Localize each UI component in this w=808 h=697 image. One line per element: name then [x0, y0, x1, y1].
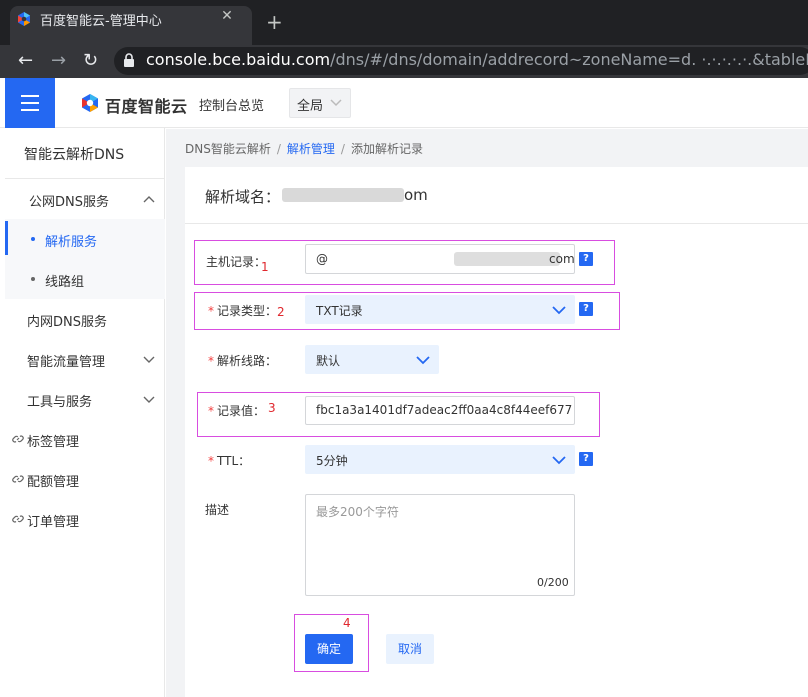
resolution-line-value: 默认 — [316, 354, 341, 368]
chevron-down-icon[interactable] — [143, 354, 155, 364]
active-indicator — [5, 221, 8, 255]
chevron-up-icon[interactable] — [143, 195, 155, 205]
chevron-down-icon[interactable] — [143, 394, 155, 404]
chevron-down-icon — [416, 356, 430, 365]
description-placeholder: 最多200个字符 — [316, 505, 399, 519]
console-overview-link[interactable]: 控制台总览 — [199, 95, 264, 114]
back-icon[interactable]: ← — [18, 51, 33, 71]
link-icon — [12, 435, 24, 443]
annotation-number: 2 — [277, 305, 285, 319]
line-label: * 解析线路： — [208, 354, 278, 368]
new-tab-icon[interactable]: + — [266, 12, 283, 32]
help-icon[interactable]: ? — [579, 452, 593, 466]
bullet-icon — [31, 277, 35, 281]
ttl-label: * TTL： — [208, 454, 251, 468]
breadcrumb: DNS智能云解析 / 解析管理 / 添加解析记录 — [185, 142, 423, 156]
baidu-cloud-logo-icon[interactable] — [80, 93, 100, 113]
url-text[interactable]: console.bce.baidu.com/dns/#/dns/domain/a… — [146, 50, 808, 69]
baidu-cloud-favicon-icon — [18, 12, 30, 26]
type-label: * 记录类型： — [208, 304, 278, 318]
breadcrumb-current: 添加解析记录 — [350, 142, 423, 156]
url-masked: d. ·.·.·.·.·. — [681, 50, 753, 69]
host-label: 主机记录： — [206, 255, 267, 269]
sidebar-item-tools-services[interactable]: 工具与服务 — [27, 391, 92, 410]
sidebar-item-public-dns[interactable]: 公网DNS服务 — [29, 191, 109, 210]
annotation-number: 4 — [343, 616, 351, 630]
tab-title: 百度智能云-管理中心 — [40, 14, 162, 29]
masked-domain-suffix — [454, 252, 560, 266]
hamburger-icon — [21, 95, 39, 97]
sidebar — [5, 128, 165, 697]
sidebar-item-private-dns[interactable]: 内网DNS服务 — [27, 311, 107, 330]
menu-toggle-button[interactable] — [5, 78, 55, 128]
bullet-icon — [31, 237, 35, 241]
record-value-text: fbc1a3a1401df7adeac2ff0aa4c8f44eef67735 — [316, 403, 573, 417]
link-icon — [12, 475, 24, 483]
annotation-number: 1 — [261, 260, 269, 274]
link-icon — [12, 515, 24, 523]
sidebar-item-tag-management[interactable]: 标签管理 — [27, 431, 79, 450]
help-icon[interactable]: ? — [579, 252, 593, 266]
domain-label: 解析域名： — [205, 188, 281, 206]
region-label: 全局 — [297, 99, 324, 114]
lock-icon[interactable] — [123, 53, 135, 67]
sidebar-item-traffic-management[interactable]: 智能流量管理 — [27, 351, 105, 370]
host-value: @ — [316, 252, 328, 266]
host-suffix: com — [549, 252, 575, 266]
reload-icon[interactable]: ↻ — [83, 51, 98, 71]
masked-domain — [282, 188, 404, 202]
description-label: 描述 — [205, 503, 230, 517]
forward-icon[interactable]: → — [51, 51, 66, 71]
chevron-down-icon — [552, 306, 566, 315]
chevron-down-icon — [330, 99, 342, 107]
cancel-button[interactable]: 取消 — [386, 634, 434, 664]
sidebar-item-line-group[interactable]: 线路组 — [45, 271, 84, 290]
close-tab-icon[interactable]: ✕ — [218, 8, 236, 24]
divider — [5, 178, 165, 179]
sidebar-item-resolution-service[interactable]: 解析服务 — [45, 231, 97, 250]
ttl-value: 5分钟 — [316, 454, 348, 468]
logo-text[interactable]: 百度智能云 — [105, 93, 188, 117]
breadcrumb-link[interactable]: 解析管理 — [287, 142, 335, 156]
sidebar-item-order-management[interactable]: 订单管理 — [27, 511, 79, 530]
sidebar-title: 智能云解析DNS — [24, 147, 125, 163]
confirm-button[interactable]: 确定 — [305, 634, 353, 664]
breadcrumb-root[interactable]: DNS智能云解析 — [185, 142, 271, 156]
record-type-value: TXT记录 — [316, 304, 363, 318]
annotation-number: 3 — [268, 401, 276, 415]
domain-suffix: om — [404, 186, 428, 204]
help-icon[interactable]: ? — [579, 302, 593, 316]
character-counter: 0/200 — [537, 576, 569, 589]
chevron-down-icon — [552, 456, 566, 465]
sidebar-item-quota-management[interactable]: 配额管理 — [27, 471, 79, 490]
value-label: * 记录值： — [208, 404, 266, 418]
